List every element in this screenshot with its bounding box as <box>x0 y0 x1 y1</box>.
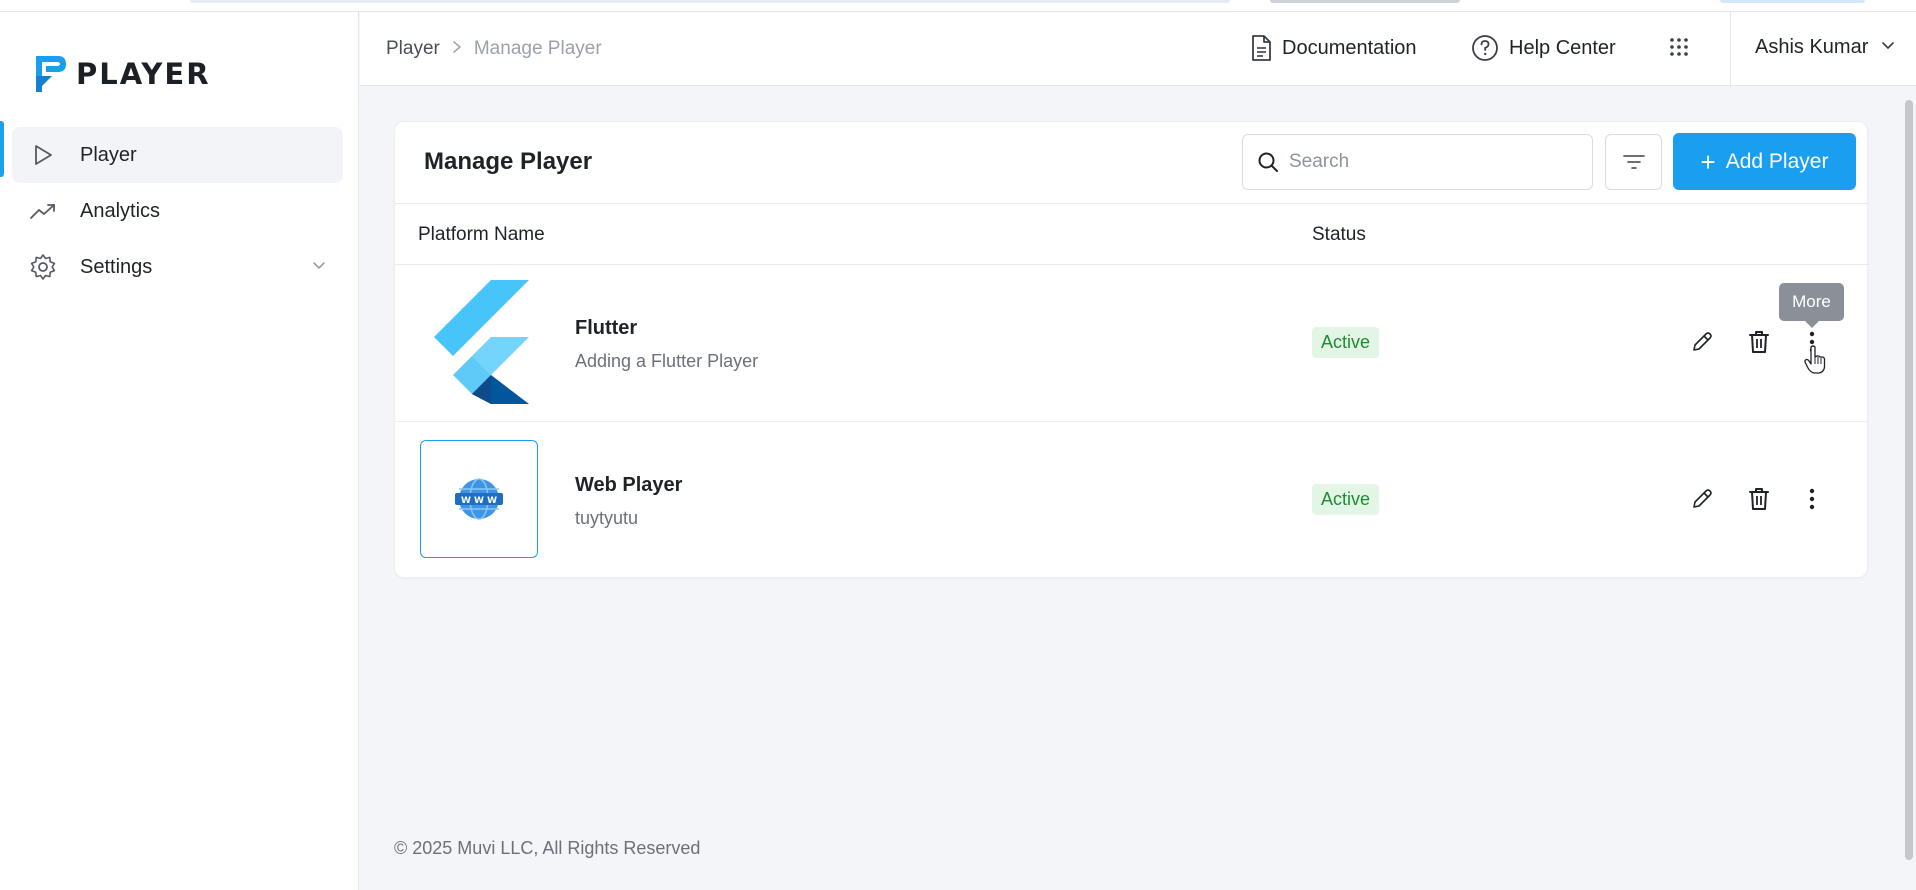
tab-edge-2 <box>1720 0 1865 3</box>
page-title: Manage Player <box>424 148 593 175</box>
chevron-right-icon <box>452 40 462 59</box>
add-player-label: Add Player <box>1725 149 1829 173</box>
page-scrollbar[interactable] <box>1905 100 1913 860</box>
column-platform-name: Platform Name <box>418 224 545 245</box>
search-box[interactable] <box>1242 134 1593 190</box>
header-divider <box>1730 12 1731 86</box>
pencil-icon <box>1693 489 1712 508</box>
sidebar-item-player[interactable]: Player <box>12 127 343 183</box>
logo[interactable]: PLAYER <box>32 52 211 96</box>
sidebar-item-label: Settings <box>80 255 153 278</box>
sidebar-item-settings[interactable]: Settings <box>12 239 343 295</box>
delete-button[interactable] <box>1744 484 1774 514</box>
filter-icon <box>1622 155 1645 169</box>
add-player-button[interactable]: + Add Player <box>1673 133 1856 190</box>
row-platform-name: Web Player <box>575 474 683 496</box>
active-indicator <box>0 121 4 177</box>
more-vertical-icon <box>1809 488 1815 510</box>
user-menu[interactable]: Ashis Kumar <box>1755 36 1896 59</box>
help-circle-icon <box>1472 35 1498 61</box>
more-options-button[interactable] <box>1797 484 1827 514</box>
player-logo-icon <box>36 56 66 92</box>
trash-icon <box>1749 331 1769 353</box>
breadcrumb-root[interactable]: Player <box>386 38 440 60</box>
flutter-logo <box>420 280 538 404</box>
status-badge: Active <box>1312 484 1380 515</box>
search-icon <box>1258 152 1278 172</box>
edit-button[interactable] <box>1687 327 1717 357</box>
more-tooltip: More <box>1779 283 1844 328</box>
browser-top-strip <box>0 0 1916 12</box>
play-icon <box>28 140 58 170</box>
documentation-link[interactable]: Documentation <box>1250 34 1417 62</box>
chevron-down-icon <box>311 257 327 278</box>
table-header: Platform Name Status <box>395 203 1869 265</box>
help-center-link[interactable]: Help Center <box>1471 34 1616 62</box>
web-player-thumbnail: W W W <box>420 440 538 558</box>
filter-button[interactable] <box>1605 134 1662 190</box>
table-row[interactable]: W W W Web Player tuytyutu Active <box>395 422 1869 579</box>
document-icon <box>1252 35 1271 61</box>
search-input[interactable] <box>1289 151 1579 173</box>
row-description: Adding a Flutter Player <box>575 351 759 371</box>
row-description: tuytyutu <box>575 508 639 528</box>
brand-name: PLAYER <box>76 57 211 91</box>
breadcrumb: Player Manage Player <box>386 38 602 60</box>
www-globe-icon: W W W <box>455 478 503 520</box>
gear-icon <box>28 252 58 282</box>
svg-text:W W W: W W W <box>461 496 497 506</box>
tab-edge <box>1270 0 1460 3</box>
sidebar-item-analytics[interactable]: Analytics <box>12 183 343 239</box>
hand-cursor-icon <box>1804 345 1826 380</box>
pencil-icon <box>1693 332 1712 351</box>
row-platform-name: Flutter <box>575 317 638 339</box>
trending-up-icon <box>28 196 58 226</box>
plus-icon: + <box>1700 146 1716 177</box>
sidebar-item-label: Analytics <box>80 199 161 222</box>
trash-icon <box>1749 488 1769 510</box>
apps-grid-icon[interactable] <box>1668 36 1690 63</box>
documentation-label: Documentation <box>1282 36 1417 59</box>
manage-player-card: Manage Player + Add Player Platform Name… <box>394 121 1869 579</box>
user-name: Ashis Kumar <box>1755 36 1869 58</box>
delete-button[interactable] <box>1744 327 1774 357</box>
column-status: Status <box>1312 224 1366 245</box>
breadcrumb-current: Manage Player <box>473 38 602 59</box>
edit-button[interactable] <box>1687 484 1717 514</box>
footer-copyright: © 2025 Muvi LLC, All Rights Reserved <box>394 838 701 858</box>
address-bar-edge <box>190 0 1230 3</box>
help-center-label: Help Center <box>1509 36 1616 59</box>
top-header: Player Manage Player Documentation Help … <box>360 12 1916 86</box>
sidebar-item-label: Player <box>80 143 137 166</box>
sidebar: PLAYER Player Analytics Settings <box>0 12 359 890</box>
chevron-down-icon <box>1880 36 1896 59</box>
table-row[interactable]: Flutter Adding a Flutter Player Active <box>395 265 1869 422</box>
status-badge: Active <box>1312 327 1380 358</box>
